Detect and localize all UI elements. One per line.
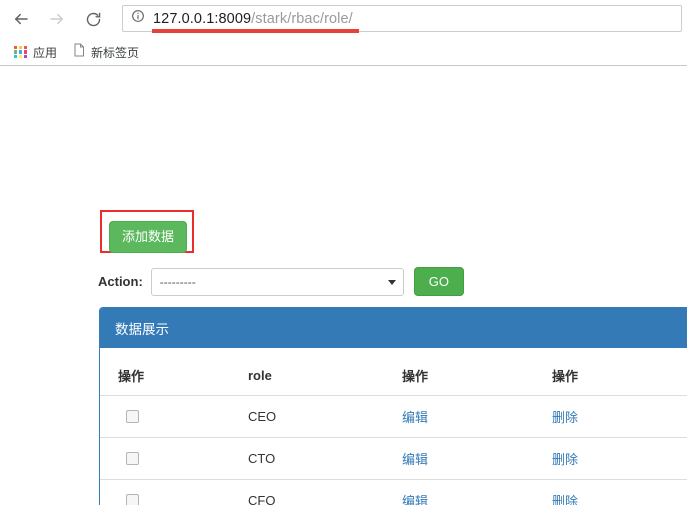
data-table: 操作 role 操作 操作 CEO 编辑 删除 CTO 编辑 删除 CFO 编辑…: [100, 348, 687, 505]
delete-link[interactable]: 删除: [552, 494, 578, 505]
data-panel: 数据展示 操作 role 操作 操作 CEO 编辑 删除 CTO 编辑 删除 C…: [99, 307, 687, 505]
table-head: 操作 role 操作 操作: [100, 348, 687, 396]
row-select-checkbox[interactable]: [126, 452, 139, 465]
action-select[interactable]: ---------: [150, 267, 404, 296]
row-role-cell: CFO: [248, 479, 402, 505]
row-edit-cell: 编辑: [402, 479, 552, 505]
row-role-cell: CTO: [248, 437, 402, 480]
action-label: Action:: [98, 274, 143, 289]
back-arrow-icon: [12, 10, 30, 28]
url-red-underline-annotation: [152, 29, 359, 33]
go-button[interactable]: GO: [413, 267, 465, 296]
bookmark-apps[interactable]: 应用: [9, 41, 62, 63]
column-header-delete: 操作: [552, 348, 687, 396]
browser-chrome: 127.0.0.1:8009/stark/rbac/role/ 应用 新标签页: [0, 0, 687, 66]
reload-button[interactable]: [78, 4, 108, 34]
column-header-role: role: [248, 348, 402, 396]
row-edit-cell: 编辑: [402, 437, 552, 480]
apps-grid-icon: [14, 45, 27, 59]
row-select-checkbox[interactable]: [126, 494, 139, 505]
row-delete-cell: 删除: [552, 479, 687, 505]
bookmark-new-tab[interactable]: 新标签页: [68, 41, 144, 63]
bookmarks-bar: 应用 新标签页: [0, 38, 687, 66]
forward-button: [42, 4, 72, 34]
edit-link[interactable]: 编辑: [402, 410, 428, 425]
address-bar[interactable]: 127.0.0.1:8009/stark/rbac/role/: [122, 5, 682, 32]
page-info-icon[interactable]: [131, 9, 145, 28]
add-data-button[interactable]: 添加数据: [109, 221, 188, 254]
row-role-cell: CEO: [248, 409, 277, 424]
reload-icon: [85, 11, 102, 28]
forward-arrow-icon: [48, 10, 66, 28]
panel-body: 操作 role 操作 操作 CEO 编辑 删除 CTO 编辑 删除 CFO 编辑…: [100, 348, 687, 505]
url-path: /stark/rbac/role/: [251, 10, 353, 27]
row-delete-cell: 删除: [552, 396, 687, 438]
edit-link[interactable]: 编辑: [402, 494, 428, 505]
delete-link[interactable]: 删除: [552, 452, 578, 467]
address-bar-url: 127.0.0.1:8009/stark/rbac/role/: [153, 11, 353, 27]
table-row: CTO 编辑 删除: [100, 437, 687, 480]
row-checkbox-cell: [100, 479, 248, 505]
column-header-edit: 操作: [402, 348, 552, 396]
document-icon: [73, 43, 85, 62]
table-row: CFO 编辑 删除: [100, 479, 687, 505]
row-select-checkbox[interactable]: [126, 410, 139, 423]
column-header-select: 操作: [100, 348, 248, 396]
delete-link[interactable]: 删除: [552, 410, 578, 425]
row-checkbox-cell: [100, 396, 248, 438]
back-button[interactable]: [6, 4, 36, 34]
url-host: 127.0.0.1:8009: [153, 10, 252, 27]
table-header-row: 操作 role 操作 操作: [100, 348, 687, 396]
row-delete-cell: 删除: [552, 437, 687, 480]
table-row: CEO 编辑 删除: [100, 396, 687, 438]
chevron-down-icon: [387, 279, 396, 285]
panel-title: 数据展示: [100, 308, 687, 348]
bookmark-apps-label: 应用: [33, 45, 58, 60]
page-content: 添加数据 Action: --------- GO 数据展示 操作 role 操…: [0, 67, 687, 505]
edit-link[interactable]: 编辑: [402, 452, 428, 467]
row-checkbox-cell: [100, 437, 248, 480]
action-toolbar: Action: --------- GO: [98, 267, 465, 296]
action-select-value: ---------: [159, 274, 196, 289]
bookmark-new-tab-label: 新标签页: [91, 45, 140, 60]
row-edit-cell: 编辑: [402, 396, 552, 438]
table-body: CEO 编辑 删除 CTO 编辑 删除 CFO 编辑 删除: [100, 396, 687, 505]
